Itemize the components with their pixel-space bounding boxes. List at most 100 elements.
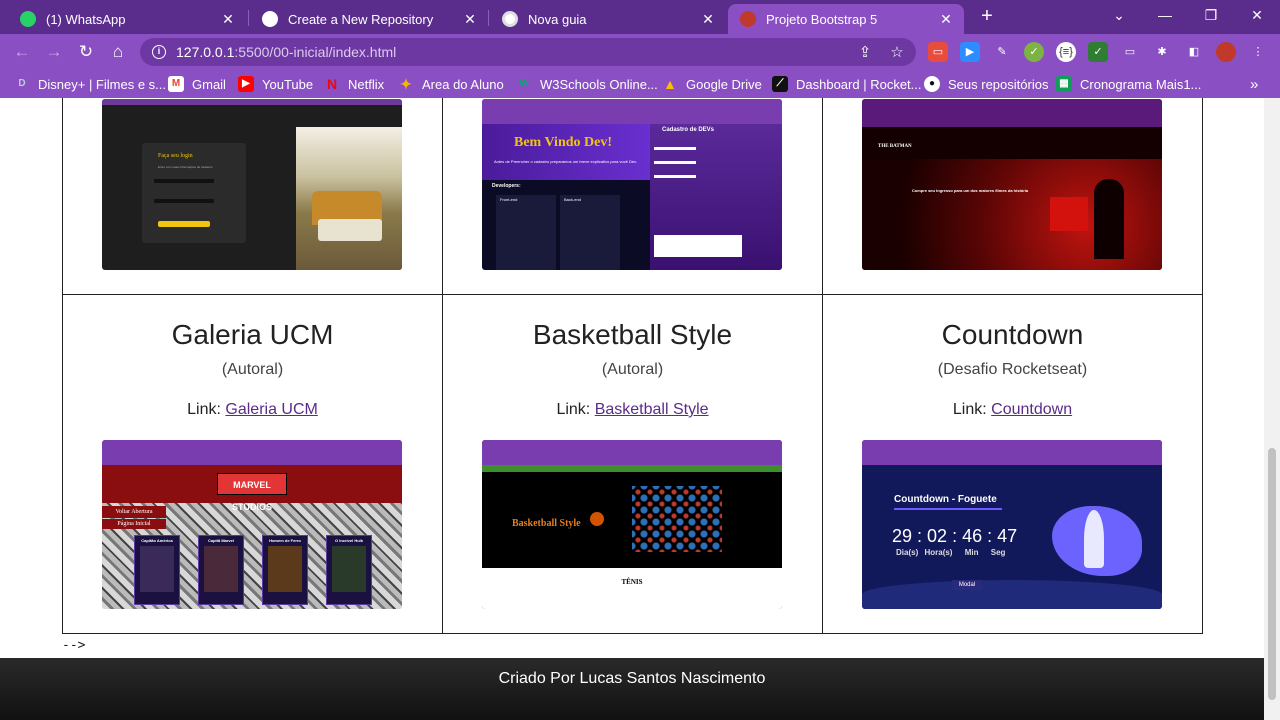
project-card: THE BATMAN Compre seu Ingresso para um d… [822,98,1203,295]
label-minutes: Min [964,548,979,557]
extensions-puzzle-icon[interactable]: ✱ [1152,42,1172,62]
link-prefix: Link: [187,401,221,418]
reload-button[interactable]: ↻ [76,42,96,62]
disney-icon: D [18,78,26,89]
page-footer: Criado Por Lucas Santos Nascimento [0,658,1264,720]
ucm-back-button: Voltar Abertura [102,506,166,518]
bookmark-w3schools[interactable]: W W3Schools Online... [516,75,658,93]
project-preview-image[interactable]: Faça seu login Entre com suas informaçõe… [102,99,402,270]
countdown-hours: 02 [927,526,948,546]
project-link[interactable]: Countdown [991,401,1072,418]
bookmark-label: Disney+ | Filmes e s... [38,76,166,92]
bookmark-disney[interactable]: D Disney+ | Filmes e s... [14,75,166,93]
home-button[interactable]: ⌂ [108,42,128,62]
ucm-movie-card: Homem de Ferro [262,535,308,605]
project-title: Galeria UCM [171,319,334,350]
project-card: Bem Vindo Dev! Antes de Preencher o cada… [442,98,823,295]
eyedropper-icon[interactable]: ✎ [992,42,1012,62]
project-card: Countdown (Desafio Rocketseat) Link: Cou… [822,294,1203,634]
gmail-icon: M [168,76,184,92]
shield-icon[interactable]: ✓ [1088,42,1108,62]
window-icon[interactable]: ▭ [1120,42,1140,62]
youtube-icon: ▶ [238,76,254,92]
tab-separator [488,10,489,26]
countdown-seconds: 47 [997,526,1018,546]
bookmark-area-do-aluno[interactable]: ✦ Area do Aluno [398,75,504,93]
site-info-icon[interactable]: i [152,45,166,59]
page-content: Faça seu login Entre com suas informaçõe… [0,98,1264,720]
close-window-button[interactable]: ✕ [1234,0,1280,30]
form-title: Cadastro de DEVs [662,127,715,133]
project-preview-image[interactable]: THE BATMAN Compre seu Ingresso para um d… [862,99,1162,270]
countdown-title: Countdown - Foguete [894,494,997,505]
project-preview-image[interactable]: MARVEL STUDIOS Voltar Abertura Página In… [102,440,402,609]
project-card: Faça seu login Entre com suas informaçõe… [62,98,443,295]
project-link-line: Link: Basketball Style [443,401,822,419]
json-icon[interactable]: {≡} [1056,42,1076,62]
tab-title: Projeto Bootstrap 5 [766,11,878,27]
more-bookmarks-icon[interactable]: » [1250,75,1258,93]
movie-card-title: Capitã Marvel [207,538,234,543]
bookmark-netflix[interactable]: N Netflix [324,75,384,93]
zoom-icon[interactable]: ▶ [960,42,980,62]
bookmark-youtube[interactable]: ▶ YouTube [238,75,313,93]
cast-icon[interactable]: ▭ [928,42,948,62]
sidebar-icon[interactable]: ◧ [1184,42,1204,62]
bookmark-label: Area do Aluno [422,76,504,92]
close-icon[interactable]: ✕ [938,11,954,28]
bookmark-cronograma[interactable]: ▦ Cronograma Mais1... [1056,75,1201,93]
rocket-icon [1084,510,1104,568]
menu-icon[interactable]: ⋮ [1248,42,1268,62]
batman-headline: Compre seu Ingresso para um dos maiores … [911,188,1029,193]
tab-projeto-bootstrap[interactable]: Projeto Bootstrap 5 ✕ [728,4,964,34]
forward-button[interactable]: → [44,42,64,62]
project-preview-image[interactable]: Basketball Style TÊNIS [482,440,782,609]
movie-card-title: Capitão América [141,538,173,543]
close-icon[interactable]: ✕ [220,11,236,28]
basketball-icon [590,512,604,526]
extension-green-icon[interactable]: ✓ [1024,42,1044,62]
address-host: 127.0.0.1 [176,44,235,60]
back-end-label: Back-end [564,197,581,202]
basket-tab-label: TÊNIS [621,578,643,586]
ucm-movie-card: Capitã Marvel [198,535,244,605]
address-bar[interactable]: i 127.0.0.1:5500/00-inicial/index.html ⇪… [140,38,916,66]
bookmarks-bar: D Disney+ | Filmes e s... M Gmail ▶ YouT… [0,70,1280,98]
scrollbar-thumb[interactable] [1268,448,1276,700]
bookmark-rocketseat[interactable]: ⟋ Dashboard | Rocket... [772,75,922,93]
project-preview-image[interactable]: Countdown - Foguete 29 : 02 : 46 : 47 Di… [862,440,1162,609]
back-button[interactable]: ← [12,42,32,62]
tab-github[interactable]: Create a New Repository ✕ [250,4,488,34]
sheets-icon: ▦ [1056,76,1072,92]
label-hours: Hora(s) [924,548,953,557]
bookmark-google-drive[interactable]: ▲ Google Drive [662,75,762,93]
bookmark-repositorios[interactable]: ● Seus repositórios [924,75,1048,93]
team-logos-grid [632,486,722,552]
project-preview-image[interactable]: Bem Vindo Dev! Antes de Preencher o cada… [482,99,782,270]
share-icon[interactable]: ⇪ [856,44,874,62]
tab-whatsapp[interactable]: (1) WhatsApp ✕ [8,4,246,34]
movie-card-title: Homem de Ferro [269,538,301,543]
countdown-modal-button: Modal [952,580,982,590]
close-icon[interactable]: ✕ [462,11,478,28]
project-link-line: Link: Countdown [823,401,1202,419]
project-link[interactable]: Basketball Style [595,401,709,418]
bookmark-star-icon[interactable]: ☆ [888,44,906,62]
link-prefix: Link: [952,401,987,418]
tab-search-icon[interactable]: ⌄ [1096,0,1142,30]
tab-nova-guia[interactable]: Nova guia ✕ [490,4,726,34]
new-tab-button[interactable]: + [976,6,998,28]
minimize-button[interactable]: — [1142,0,1188,30]
movie-card-title: O Incrível Hulk [334,538,363,543]
drive-icon: ▲ [663,76,677,92]
profile-avatar[interactable] [1216,42,1236,62]
restore-button[interactable]: ❐ [1188,0,1234,30]
bookmark-label: Gmail [192,76,226,92]
bookmark-gmail[interactable]: M Gmail [168,75,226,93]
page-scrollbar[interactable] [1264,98,1280,720]
tab-bar: (1) WhatsApp ✕ Create a New Repository ✕… [0,0,1280,34]
netflix-icon: N [326,76,338,92]
project-link[interactable]: Galeria UCM [225,401,317,418]
countdown-timer: 29 : 02 : 46 : 47 [892,526,1018,546]
close-icon[interactable]: ✕ [700,11,716,28]
